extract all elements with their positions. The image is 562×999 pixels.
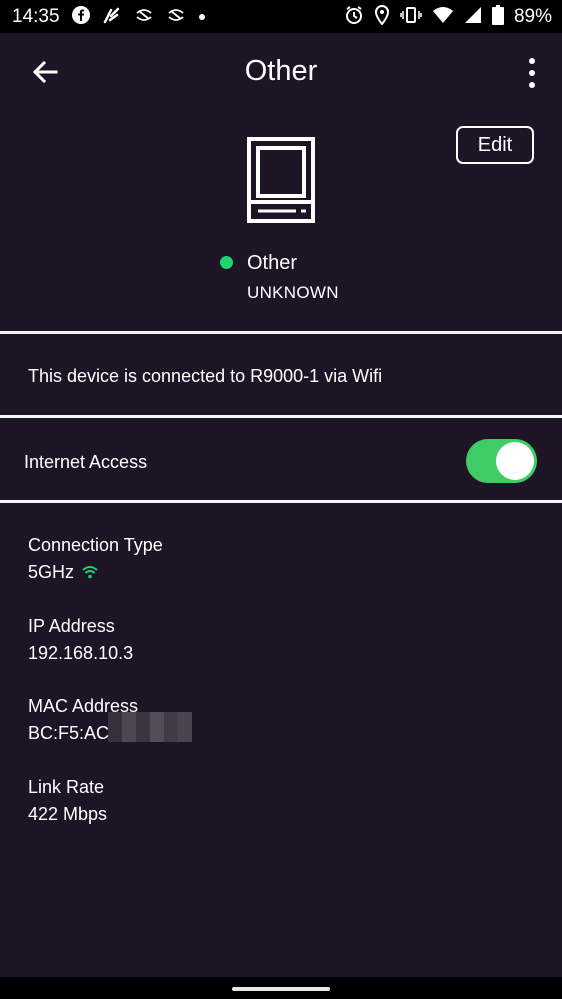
edit-button[interactable]: Edit bbox=[456, 126, 534, 164]
battery-percentage: 89% bbox=[513, 5, 552, 27]
device-name: Other bbox=[247, 252, 298, 274]
sync-icon-2 bbox=[166, 6, 186, 28]
ip-address-label: IP Address bbox=[28, 616, 115, 636]
status-bar: 14:35 89% bbox=[0, 0, 562, 33]
link-rate-value: 422 Mbps bbox=[28, 804, 108, 824]
alarm-icon bbox=[344, 5, 364, 29]
app-bar: Other bbox=[0, 33, 562, 113]
mac-address-value: BC:F5:AC bbox=[28, 723, 110, 743]
device-type: UNKNOWN bbox=[247, 283, 339, 302]
divider bbox=[0, 415, 562, 418]
location-icon bbox=[374, 4, 390, 29]
mac-address-redaction bbox=[108, 712, 192, 742]
online-status-dot bbox=[220, 256, 233, 269]
internet-access-toggle[interactable] bbox=[466, 439, 537, 483]
wifi-signal-icon bbox=[432, 6, 454, 28]
more-notifications-dot-icon bbox=[198, 9, 206, 25]
page-title: Other bbox=[244, 55, 318, 87]
home-gesture-pill[interactable] bbox=[232, 987, 330, 991]
ip-address-value: 192.168.10.3 bbox=[28, 643, 134, 663]
device-unknown-icon bbox=[246, 136, 316, 224]
app-notification-icon bbox=[102, 6, 122, 28]
status-time: 14:35 bbox=[12, 5, 60, 27]
status-bar-left: 14:35 bbox=[0, 5, 206, 28]
status-bar-right: 89% bbox=[344, 4, 562, 29]
divider bbox=[0, 331, 562, 334]
sync-icon bbox=[134, 6, 154, 28]
connection-type-value: 5GHz bbox=[28, 562, 75, 582]
connection-type-label: Connection Type bbox=[28, 535, 163, 555]
divider bbox=[0, 500, 562, 503]
connection-message: This device is connected to R9000-1 via … bbox=[28, 366, 383, 386]
vibrate-icon bbox=[400, 6, 422, 28]
facebook-icon bbox=[71, 5, 90, 28]
cell-signal-icon bbox=[464, 6, 482, 28]
toggle-knob bbox=[496, 442, 534, 480]
link-rate-label: Link Rate bbox=[28, 777, 105, 797]
internet-access-label: Internet Access bbox=[24, 452, 148, 472]
system-nav-bar bbox=[0, 977, 562, 999]
battery-icon bbox=[491, 4, 504, 29]
more-vert-icon[interactable] bbox=[520, 55, 544, 91]
wifi-icon bbox=[82, 565, 98, 579]
